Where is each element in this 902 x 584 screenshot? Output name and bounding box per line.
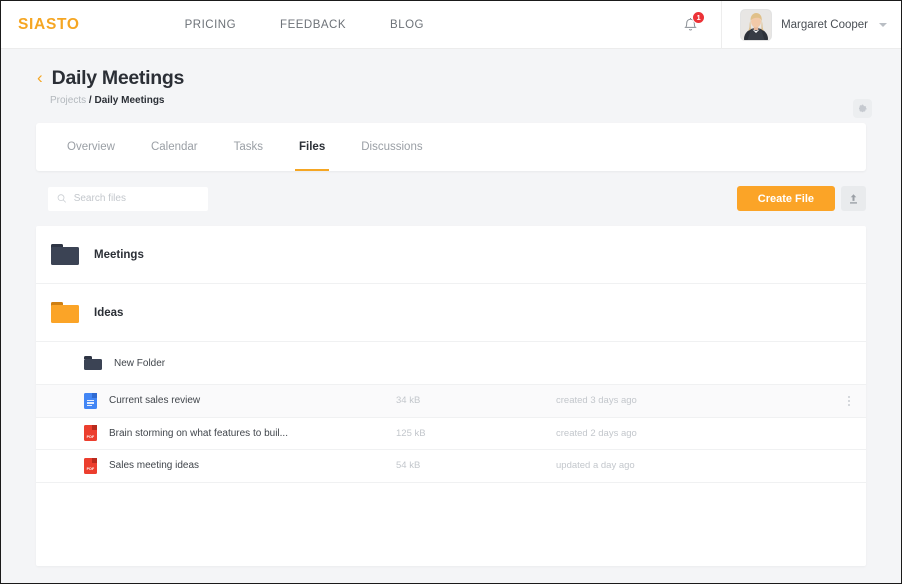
file-size: 125 kB <box>396 427 426 439</box>
list-item[interactable]: Ideas <box>36 284 866 342</box>
folder-icon-dark <box>84 356 102 370</box>
brand-logo[interactable]: SIASTO <box>18 16 80 34</box>
page-title: Daily Meetings <box>51 67 185 89</box>
search-box[interactable] <box>48 186 208 211</box>
pdf-file-icon: PDF <box>84 457 97 474</box>
tab-files[interactable]: Files <box>294 123 330 171</box>
table-row[interactable]: PDF Sales meeting ideas 54 kB updated a … <box>36 450 866 483</box>
navbar-right: 1 Margaret Cooper <box>675 1 901 49</box>
breadcrumb-current: Daily Meetings <box>94 95 165 106</box>
breadcrumb: Projects / Daily Meetings <box>50 95 901 106</box>
row-name: Ideas <box>51 302 123 323</box>
tab-bar: Overview Calendar Tasks Files Discussion… <box>36 123 866 171</box>
gear-icon <box>858 104 867 113</box>
notification-badge: 1 <box>692 11 706 24</box>
create-file-button[interactable]: Create File <box>736 186 835 211</box>
files-toolbar: Create File <box>36 171 866 226</box>
tabs-card: Overview Calendar Tasks Files Discussion… <box>36 123 866 171</box>
list-item[interactable]: Meetings <box>36 226 866 284</box>
breadcrumb-separator: / <box>88 95 92 106</box>
folder-icon-orange <box>51 302 79 323</box>
row-name: Current sales review <box>84 392 201 409</box>
settings-button[interactable] <box>853 99 872 118</box>
search-input[interactable] <box>73 193 199 204</box>
main-nav: PRICING FEEDBACK BLOG <box>185 19 424 31</box>
user-menu[interactable]: Margaret Cooper <box>721 1 901 49</box>
file-timestamp: created 3 days ago <box>556 395 637 407</box>
file-name: Brain storming on what features to buil.… <box>109 427 288 439</box>
nav-link-pricing[interactable]: PRICING <box>185 19 236 31</box>
row-options-menu-icon[interactable] <box>848 395 850 406</box>
upload-button[interactable] <box>841 186 866 211</box>
table-row[interactable]: PDF Brain storming on what features to b… <box>36 418 866 450</box>
chevron-down-icon[interactable] <box>879 23 887 27</box>
file-name: Sales meeting ideas <box>109 460 200 472</box>
file-timestamp: created 2 days ago <box>556 427 637 439</box>
pdf-file-icon: PDF <box>84 425 97 442</box>
tab-overview[interactable]: Overview <box>67 123 115 171</box>
title-row: ‹ Daily Meetings <box>37 67 901 90</box>
back-chevron-icon[interactable]: ‹ <box>37 69 43 86</box>
row-name: PDF Brain storming on what features to b… <box>84 425 288 442</box>
top-navbar: SIASTO PRICING FEEDBACK BLOG 1 Margaret … <box>1 1 901 49</box>
user-avatar-image <box>741 10 772 40</box>
search-icon <box>57 194 67 203</box>
list-item[interactable]: New Folder <box>36 342 866 385</box>
list-item-label: Meetings <box>94 248 144 261</box>
nav-link-feedback[interactable]: FEEDBACK <box>280 19 346 31</box>
tab-tasks[interactable]: Tasks <box>234 123 263 171</box>
file-size: 54 kB <box>396 460 421 472</box>
breadcrumb-projects[interactable]: Projects <box>50 95 86 106</box>
upload-icon <box>850 193 857 204</box>
file-name: Current sales review <box>109 395 201 407</box>
nav-link-blog[interactable]: BLOG <box>390 19 424 31</box>
file-timestamp: updated a day ago <box>556 460 635 472</box>
file-size: 34 kB <box>396 395 421 407</box>
tab-discussions[interactable]: Discussions <box>361 123 422 171</box>
page-header: ‹ Daily Meetings Projects / Daily Meetin… <box>1 49 901 118</box>
row-name: PDF Sales meeting ideas <box>84 457 200 474</box>
google-doc-icon <box>84 392 97 409</box>
app-window: SIASTO PRICING FEEDBACK BLOG 1 Margaret … <box>1 1 901 583</box>
list-item-label: Ideas <box>94 306 124 319</box>
row-name: New Folder <box>84 356 165 370</box>
tab-calendar[interactable]: Calendar <box>151 123 198 171</box>
file-list: Meetings Ideas New Folder Current sales … <box>36 226 866 566</box>
folder-icon-dark <box>51 244 79 265</box>
avatar <box>740 9 773 41</box>
notifications-button[interactable]: 1 <box>675 10 706 40</box>
list-item-label: New Folder <box>114 357 166 369</box>
user-name: Margaret Cooper <box>781 19 868 31</box>
toolbar-actions: Create File <box>736 186 866 211</box>
row-name: Meetings <box>51 244 144 265</box>
table-row[interactable]: Current sales review 34 kB created 3 day… <box>36 385 866 418</box>
